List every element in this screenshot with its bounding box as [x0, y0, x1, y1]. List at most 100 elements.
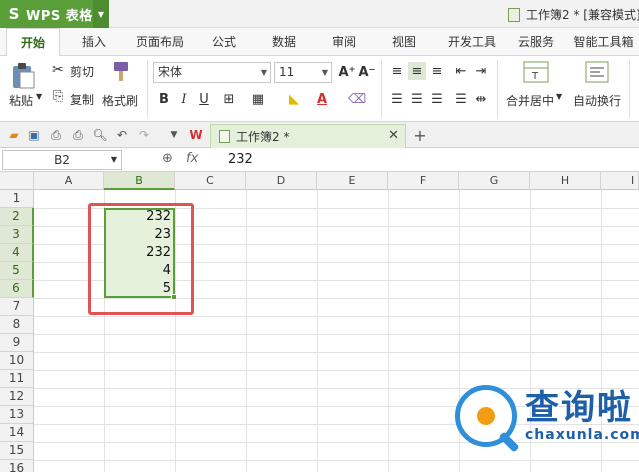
redo-icon[interactable]: ↷: [136, 127, 152, 143]
row-header[interactable]: 5: [0, 262, 34, 280]
scissors-icon[interactable]: ✂: [52, 62, 64, 78]
name-box[interactable]: B2 ▼: [2, 150, 122, 170]
row-header[interactable]: 11: [0, 370, 34, 388]
column-header-a[interactable]: A: [34, 172, 104, 190]
open-folder-icon[interactable]: ▰: [6, 127, 22, 143]
document-icon: [219, 130, 230, 143]
row-header[interactable]: 13: [0, 406, 34, 424]
align-top-icon[interactable]: ≡: [388, 62, 406, 80]
column-header-b[interactable]: B: [104, 172, 175, 190]
row-header[interactable]: 16: [0, 460, 34, 472]
merge-center-button[interactable]: 合并居中: [506, 92, 554, 109]
column-header-i[interactable]: I: [601, 172, 639, 190]
document-tab-title: 工作簿2 *: [236, 130, 290, 144]
row-header[interactable]: 6: [0, 280, 34, 298]
tab-review[interactable]: 审阅: [322, 28, 366, 56]
row-header[interactable]: 7: [0, 298, 34, 316]
tab-page-layout[interactable]: 页面布局: [128, 28, 192, 56]
select-all-corner[interactable]: [0, 172, 34, 190]
underline-icon[interactable]: U: [195, 90, 213, 108]
row-header[interactable]: 9: [0, 334, 34, 352]
increase-indent-icon[interactable]: ⇥: [472, 62, 490, 80]
distributed-icon[interactable]: ⇹: [472, 90, 490, 108]
chevron-down-icon[interactable]: ▼: [111, 151, 117, 169]
fill-color-icon[interactable]: ◣: [285, 90, 303, 108]
chevron-down-icon[interactable]: ▼: [322, 63, 328, 82]
document-tab[interactable]: 工作簿2 * ✕: [210, 124, 406, 148]
clear-format-icon[interactable]: ⌫: [348, 90, 366, 108]
chevron-down-icon[interactable]: ▼: [261, 63, 267, 82]
paste-button[interactable]: 粘贴: [9, 92, 33, 109]
column-header-f[interactable]: F: [388, 172, 459, 190]
bold-icon[interactable]: B: [155, 90, 173, 108]
align-bottom-icon[interactable]: ≡: [428, 62, 446, 80]
font-name-combo[interactable]: 宋体 ▼: [153, 62, 271, 83]
chevron-down-icon[interactable]: ▼: [556, 92, 562, 101]
row-header[interactable]: 10: [0, 352, 34, 370]
align-left-icon[interactable]: ☰: [388, 90, 406, 108]
close-icon[interactable]: ✕: [388, 128, 399, 143]
format-painter-button[interactable]: 格式刷: [102, 92, 138, 109]
decrease-indent-icon[interactable]: ⇤: [452, 62, 470, 80]
align-middle-icon[interactable]: ≡: [408, 62, 426, 80]
font-size-combo[interactable]: 11 ▼: [274, 62, 332, 83]
wps-logo-icon: S: [8, 5, 20, 23]
app-menu-button[interactable]: S WPS 表格 ▼: [0, 0, 109, 28]
formula-input[interactable]: 232: [228, 152, 253, 167]
row-header[interactable]: 14: [0, 424, 34, 442]
row-header[interactable]: 12: [0, 388, 34, 406]
fx-button[interactable]: fx: [186, 151, 198, 166]
spreadsheet-window: S WPS 表格 ▼ 工作簿2 * [兼容模式] 开始 插入 页面布局 公式 数…: [0, 0, 639, 472]
wps-home-icon[interactable]: W: [188, 127, 204, 143]
column-header-d[interactable]: D: [246, 172, 317, 190]
undo-icon[interactable]: ↶: [114, 127, 130, 143]
tab-home[interactable]: 开始: [6, 28, 60, 57]
font-shrink-icon[interactable]: A⁻: [358, 63, 376, 81]
tab-cloud[interactable]: 云服务: [510, 28, 562, 56]
row-header[interactable]: 1: [0, 190, 34, 208]
row-header[interactable]: 3: [0, 226, 34, 244]
new-tab-icon[interactable]: +: [412, 126, 428, 145]
wrap-text-button[interactable]: 自动换行: [573, 92, 621, 109]
copy-icon[interactable]: ⎘: [53, 89, 63, 104]
save-icon[interactable]: ▣: [26, 127, 42, 143]
watermark-logo: 查询啦 chaxunla.com: [455, 385, 639, 453]
row-header[interactable]: 4: [0, 244, 34, 262]
wrap-text-icon[interactable]: [585, 60, 609, 84]
column-header-h[interactable]: H: [530, 172, 601, 190]
merge-center-icon[interactable]: T: [523, 60, 549, 84]
formula-bar: B2 ▼ ⊕ fx 232: [0, 148, 639, 172]
column-header-e[interactable]: E: [317, 172, 388, 190]
tab-smart-tools[interactable]: 智能工具箱: [568, 28, 639, 56]
format-painter-icon[interactable]: [110, 60, 132, 84]
cut-button[interactable]: 剪切: [70, 63, 94, 80]
font-color-icon[interactable]: A: [313, 90, 331, 108]
row-header[interactable]: 2: [0, 208, 34, 226]
row-header[interactable]: 15: [0, 442, 34, 460]
column-header-g[interactable]: G: [459, 172, 530, 190]
customize-toolbar-icon[interactable]: ▼: [166, 127, 182, 143]
column-header-c[interactable]: C: [175, 172, 246, 190]
fill-pattern-icon[interactable]: ▦: [249, 90, 267, 108]
tab-insert[interactable]: 插入: [70, 28, 118, 56]
font-grow-icon[interactable]: A⁺: [338, 63, 356, 81]
print-icon[interactable]: ⎙: [70, 127, 86, 143]
chevron-down-icon[interactable]: ▼: [36, 92, 42, 101]
tab-formulas[interactable]: 公式: [202, 28, 246, 56]
paste-icon[interactable]: [10, 62, 36, 90]
tab-developer[interactable]: 开发工具: [440, 28, 504, 56]
export-icon[interactable]: ⎙: [48, 127, 64, 143]
print-preview-icon[interactable]: 🔍︎: [92, 127, 108, 143]
row-header[interactable]: 8: [0, 316, 34, 334]
tab-data[interactable]: 数据: [262, 28, 306, 56]
italic-icon[interactable]: I: [175, 90, 193, 108]
font-name-value: 宋体: [158, 65, 183, 79]
justify-icon[interactable]: ☰: [452, 90, 470, 108]
copy-button[interactable]: 复制: [70, 91, 94, 108]
align-right-icon[interactable]: ☰: [428, 90, 446, 108]
zoom-search-icon[interactable]: ⊕: [162, 151, 173, 166]
tab-view[interactable]: 视图: [382, 28, 426, 56]
chevron-down-icon[interactable]: ▼: [93, 0, 109, 28]
borders-icon[interactable]: ⊞: [220, 90, 238, 108]
align-center-icon[interactable]: ☰: [408, 90, 426, 108]
